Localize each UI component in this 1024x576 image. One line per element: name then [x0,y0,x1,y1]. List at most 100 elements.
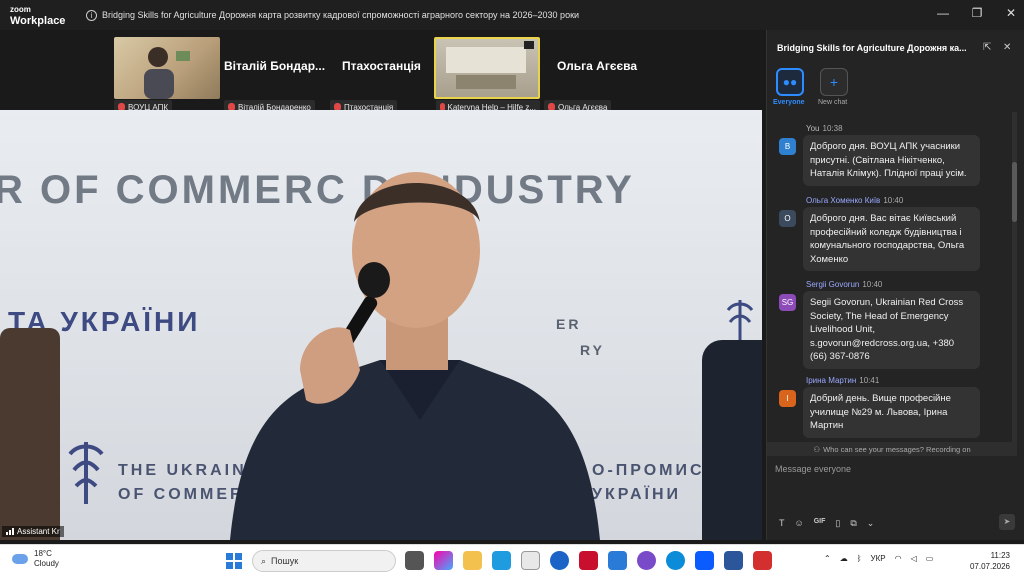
message-time: 10:40 [883,196,904,205]
close-icon[interactable]: ✕ [1004,6,1018,20]
zoom-app-icon[interactable] [695,551,714,570]
wifi-icon[interactable]: ◠ [895,554,902,563]
people-icon: ⚇ [813,444,821,454]
speaker-figure [230,172,600,540]
person-left [0,328,60,540]
message-bubble[interactable]: Доброго дня. ВОУЦ АПК учасники присутні.… [803,135,980,186]
participant-strip: ВОУЦ АПК Віталій Бондар... Віталій Бонда… [0,30,766,113]
message-sender: Sergii Govorun 10:40 [806,280,882,289]
avatar: SG [779,294,796,311]
outlook-icon[interactable] [608,551,627,570]
close-chat-icon[interactable]: ✕ [1003,42,1011,53]
chat-title: Bridging Skills for Agriculture Дорожня … [777,43,967,53]
participant-tile-vouc[interactable]: ВОУЦ АПК [114,37,222,113]
edge-icon[interactable] [492,551,511,570]
scrollbar-thumb[interactable] [1012,162,1017,222]
restore-icon[interactable]: ❐ [970,6,984,20]
file-icon[interactable]: ▯ [835,518,840,529]
participant-tile-kateryna[interactable]: Kateryna Help – Hilfe z... [434,37,542,113]
brand-line-1: zoom [10,4,31,14]
search-icon: ⌕ [261,555,267,566]
hp-icon[interactable] [550,551,569,570]
tab-new-chat[interactable]: + [820,68,848,96]
sender-name: Ірина Мартин [806,376,857,385]
battery-icon[interactable]: ▭ [926,554,934,563]
chat-tabs: ●● Everyone + New chat [767,66,1024,112]
participant-tile-bondarenko[interactable]: Віталій Бондар... Віталій Бондаренко [222,37,328,113]
pop-out-icon[interactable]: ⇱ [983,42,991,53]
message-sender: You 10:38 [806,124,843,133]
text-format-icon[interactable]: T [779,518,785,529]
screenshot-icon[interactable]: ⧉ [850,518,856,529]
file-explorer-icon[interactable] [463,551,482,570]
copilot-icon[interactable] [434,551,453,570]
chat-scrollbar[interactable] [1012,112,1017,442]
avatar: I [779,390,796,407]
message-bubble[interactable]: Добрий день. Вище професійне училище №29… [803,387,980,438]
participant-name: Птахостанція [342,59,421,73]
weather-condition: Cloudy [34,559,59,568]
taskbar-search[interactable]: ⌕ Пошук [252,550,396,572]
tab-everyone[interactable]: ●● [776,68,804,96]
chevron-up-icon[interactable]: ⌃ [824,554,831,563]
message-bubble[interactable]: Доброго дня. Вас вітає Київський професі… [803,207,980,271]
person-silhouette [144,47,190,99]
participant-video [114,37,220,99]
clock[interactable]: 11:23 07.07.2026 [970,550,1010,572]
acrobat-icon[interactable] [753,551,772,570]
person-right [702,340,762,540]
sender-name: You [806,124,820,133]
participant-name: Ольга Агєєва [557,59,637,73]
search-placeholder: Пошук [271,556,299,566]
clock-time: 11:23 [990,551,1010,560]
avatar: B [779,138,796,155]
chevron-down-icon[interactable]: ⌄ [867,518,875,529]
brand-line-2: Workplace [10,14,66,27]
meeting-title: Bridging Skills for Agriculture Дорожня … [102,10,580,20]
message-input[interactable]: Message everyone [775,464,851,474]
emoji-icon[interactable]: ☺ [795,518,804,529]
message-time: 10:41 [859,376,880,385]
task-view-icon[interactable] [405,551,424,570]
clock-date: 07.07.2026 [969,562,1010,571]
message-list: You 10:38 B Доброго дня. ВОУЦ АПК учасник… [767,112,1017,442]
visibility-note[interactable]: ⚇ Who can see your messages? Recording o… [767,442,1017,456]
message-sender: Ольга Хоменко Київ 10:40 [806,196,903,205]
viber-icon[interactable] [637,551,656,570]
language-indicator[interactable]: УКР [871,554,886,563]
visibility-note-label: Who can see your messages? Recording on [823,444,971,454]
message-time: 10:40 [862,280,883,289]
zoom-logo: zoom Workplace [0,4,80,27]
mcafee-icon[interactable] [579,551,598,570]
temperature: 18°C [34,549,52,558]
minimize-icon[interactable]: — [936,6,950,20]
bluetooth-icon[interactable]: ᛒ [857,554,862,563]
plus-icon: + [829,74,839,90]
gif-button[interactable]: GIF [814,518,826,529]
system-tray: ⌃ ☁ ᛒ УКР ◠ ◁ ▭ [824,554,933,563]
participant-tile-ageieva[interactable]: Ольга Агєєва Ольга Агєєва [544,37,650,113]
window-controls: — ❐ ✕ [936,6,1018,20]
help-icon[interactable] [666,551,685,570]
avatar: O [779,210,796,227]
sender-name: Sergii Govorun [806,280,860,289]
cloud-icon [12,554,28,564]
group-icon: ●● [782,75,798,89]
message-sender: Ірина Мартин 10:41 [806,376,879,385]
message-composer: Message everyone T ☺ GIF ▯ ⧉ ⌄ ➤ [767,456,1024,540]
start-icon[interactable] [226,553,242,569]
word-icon[interactable] [724,551,743,570]
info-icon[interactable]: i [86,9,97,21]
composer-toolbar: T ☺ GIF ▯ ⧉ ⌄ [779,518,874,529]
title-bar: zoom Workplace i Bridging Skills for Agr… [0,0,1024,30]
weather-text: 18°C Cloudy [34,549,59,569]
room-view [446,41,534,89]
participant-tile-ptakhostantsiia[interactable]: Птахостанція Птахостанція [330,37,434,113]
send-button[interactable]: ➤ [999,514,1015,530]
speaker-label: Assistant Kr [2,526,64,537]
cloud-sync-icon[interactable]: ☁ [840,554,848,563]
volume-icon[interactable]: ◁ [911,554,917,563]
message-bubble[interactable]: Segii Govorun, Ukrainian Red Cross Socie… [803,291,980,369]
weather-widget[interactable]: 18°C Cloudy [12,549,59,569]
store-icon[interactable] [521,551,540,570]
